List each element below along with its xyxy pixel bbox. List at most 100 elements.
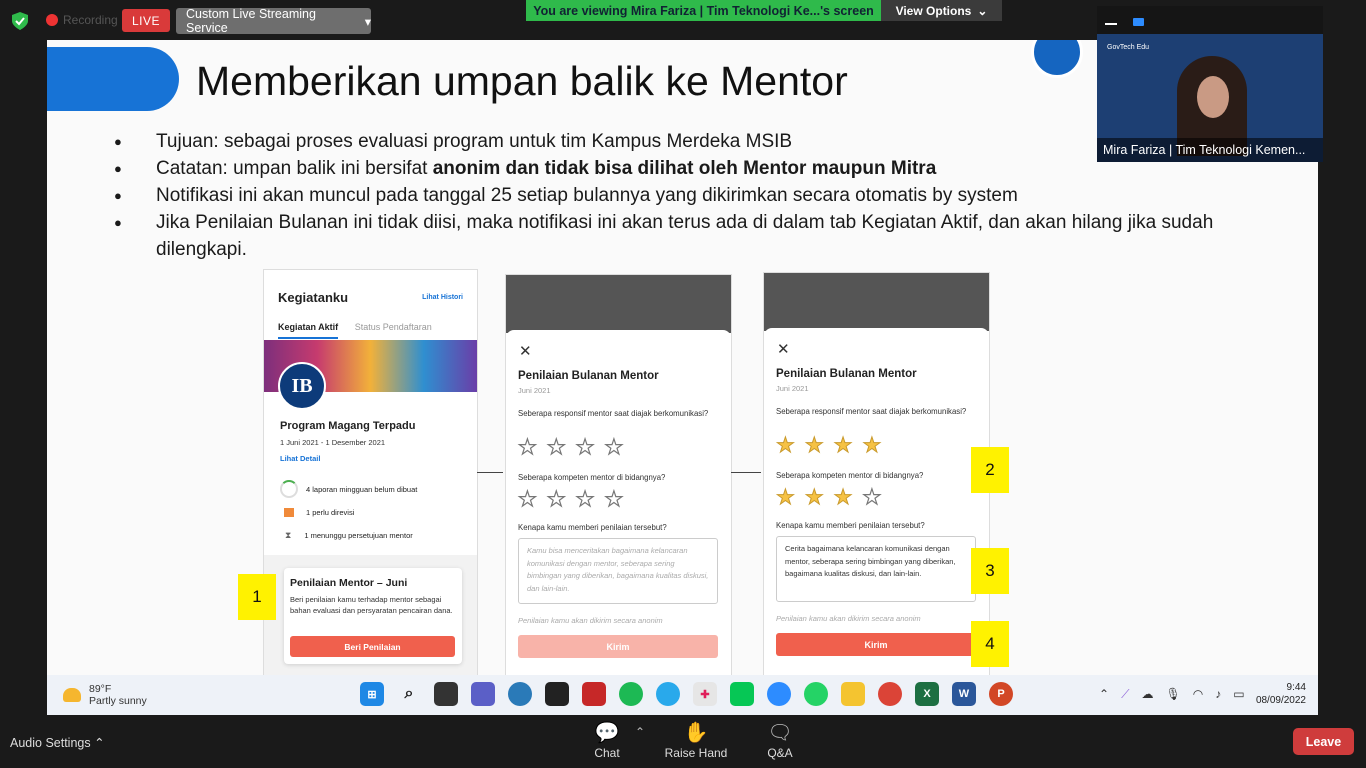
phone-title: Kegiatanku — [278, 290, 349, 305]
chevron-up-icon[interactable]: ⌃ — [635, 725, 645, 739]
speaker-video-tile[interactable]: GovTech Edu Mira Fariza | Tim Teknologi … — [1097, 6, 1323, 162]
security-shield-icon[interactable] — [12, 12, 28, 30]
bullet-item: Jika Penilaian Bulanan ini tidak diisi, … — [111, 209, 1241, 263]
star-icon: ★ — [604, 487, 624, 511]
chat-bubble-icon: 💬 — [594, 722, 620, 744]
star-filled-icon: ★ — [833, 486, 853, 510]
chrome-icon[interactable] — [878, 682, 902, 706]
reason-textarea: Cerita bagaimana kelancaran komunikasi d… — [776, 536, 976, 602]
recording-label: Recording — [63, 13, 118, 27]
stream-service-label: Custom Live Streaming Service — [186, 7, 316, 35]
leave-button[interactable]: Leave — [1293, 728, 1354, 755]
dim-overlay — [506, 275, 731, 333]
star-filled-icon: ★ — [833, 434, 853, 458]
status-item: 1 perlu direvisi — [280, 508, 354, 517]
speaker-name: Mira Fariza | Tim Teknologi Kemen... — [1097, 138, 1323, 162]
rating-date: Juni 2021 — [518, 386, 551, 395]
chevron-down-icon: ⌄ — [977, 3, 988, 18]
reason-textarea: Kamu bisa menceritakan bagaimana kelanca… — [518, 538, 718, 604]
battery-icon[interactable]: ▭ — [1233, 687, 1244, 702]
task-view-icon[interactable] — [434, 682, 458, 706]
cloud-icon[interactable]: ☁ — [1141, 687, 1153, 702]
qa-icon: 🗨 — [767, 722, 793, 744]
flow-arrow — [731, 472, 761, 473]
speaker-icon[interactable]: ♪ — [1215, 687, 1221, 702]
star-icon: ★ — [546, 487, 566, 511]
rating-date: Juni 2021 — [776, 384, 809, 393]
line-icon[interactable] — [730, 682, 754, 706]
audio-settings-button[interactable]: Audio Settings ⌃ — [10, 735, 105, 750]
qa-button[interactable]: 🗨 Q&A — [762, 721, 798, 760]
excel-icon[interactable]: X — [915, 682, 939, 706]
system-clock[interactable]: 9:44 08/09/2022 — [1256, 681, 1306, 707]
zoom-bottom-bar: Audio Settings ⌃ 💬 Chat ⌃ ✋ Raise Hand 🗨… — [0, 715, 1366, 768]
raise-hand-button[interactable]: ✋ Raise Hand — [663, 721, 729, 760]
weather-widget[interactable]: 89°F Partly sunny — [63, 683, 147, 707]
whatsapp-icon[interactable] — [804, 682, 828, 706]
teams-chat-icon[interactable] — [471, 682, 495, 706]
star-filled-icon: ★ — [804, 434, 824, 458]
chevron-down-icon: ▾ — [364, 14, 371, 29]
pen-icon[interactable]: ⟋ — [1121, 687, 1129, 702]
speaker-face — [1197, 76, 1229, 118]
question-reason: Kenapa kamu memberi penilaian tersebut? — [776, 521, 925, 530]
view-options-button[interactable]: View Options ⌄ — [881, 0, 1002, 21]
slide-title: Memberikan umpan balik ke Mentor — [196, 58, 848, 104]
qa-label: Q&A — [767, 746, 793, 760]
slide-bullet-list: Tujuan: sebagai proses evaluasi program … — [111, 128, 1241, 263]
clock-date: 08/09/2022 — [1255, 695, 1306, 706]
wifi-icon[interactable]: ◠ — [1193, 687, 1203, 702]
edge-browser-icon[interactable] — [508, 682, 532, 706]
search-icon[interactable]: ⌕ — [397, 682, 421, 706]
bullet-item: Catatan: umpan balik ini bersifat anonim… — [111, 155, 1241, 182]
anonymous-note: Penilaian kamu akan dikirim secara anoni… — [776, 614, 921, 623]
video-tile-header — [1097, 6, 1323, 34]
send-button-disabled: Kirim — [518, 635, 718, 658]
chat-button[interactable]: 💬 Chat — [587, 721, 627, 760]
history-link: Lihat Histori — [422, 294, 463, 301]
question-reason: Kenapa kamu memberi penilaian tersebut? — [518, 523, 667, 532]
windows-start-icon[interactable]: ⊞ — [360, 682, 384, 706]
star-filled-icon: ★ — [804, 486, 824, 510]
partly-sunny-icon — [63, 688, 81, 702]
question-competent: Seberapa kompeten mentor di bidangnya? — [776, 471, 924, 480]
star-rating-responsive: ★ ★ ★ ★ — [517, 435, 624, 460]
mcafee-icon[interactable] — [582, 682, 606, 706]
rating-title: Penilaian Bulanan Mentor — [776, 368, 917, 380]
status-item: 4 laporan mingguan belum dibuat — [280, 480, 417, 498]
taskbar-apps: ⊞ ⌕ ✚ X W P — [360, 682, 1013, 706]
audio-settings-label: Audio Settings — [10, 736, 91, 750]
bullet-item: Tujuan: sebagai proses evaluasi program … — [111, 128, 1241, 155]
viewing-screen-banner: You are viewing Mira Fariza | Tim Teknol… — [526, 0, 881, 21]
star-icon: ★ — [517, 487, 537, 511]
zoom-icon[interactable] — [767, 682, 791, 706]
govtech-brand: GovTech Edu — [1107, 44, 1150, 51]
raise-hand-label: Raise Hand — [664, 746, 728, 760]
slack-icon[interactable]: ✚ — [693, 682, 717, 706]
star-icon: ★ — [575, 487, 595, 511]
sticky-notes-icon[interactable] — [545, 682, 569, 706]
star-rating-responsive: ★ ★ ★ ★ — [776, 433, 882, 458]
hourglass-icon: ⧗ — [285, 530, 292, 540]
phone-tabs: Kegiatan Aktif Status Pendaftaran — [278, 322, 432, 339]
microphone-icon[interactable]: 🎙 — [1165, 687, 1180, 702]
mentor-rating-card: Penilaian Mentor – Juni Beri penilaian k… — [284, 568, 462, 664]
word-icon[interactable]: W — [952, 682, 976, 706]
spotify-icon[interactable] — [619, 682, 643, 706]
telegram-icon[interactable] — [656, 682, 680, 706]
screen-layout-icon[interactable] — [1133, 18, 1144, 26]
phone-mockup-rating-empty: ✕ Penilaian Bulanan Mentor Juni 2021 Seb… — [506, 275, 731, 675]
chevron-up-icon: ⌃ — [94, 736, 105, 750]
ministry-logo — [1031, 40, 1083, 78]
bank-indonesia-logo: IB — [278, 362, 326, 410]
chevron-up-icon[interactable]: ⌃ — [1099, 687, 1109, 702]
step-badge-3: 3 — [971, 548, 1009, 594]
star-filled-icon: ★ — [776, 486, 796, 510]
file-explorer-icon[interactable] — [841, 682, 865, 706]
live-badge[interactable]: LIVE — [122, 9, 170, 32]
powerpoint-icon[interactable]: P — [989, 682, 1013, 706]
minimize-icon[interactable] — [1105, 23, 1117, 25]
rating-sheet: ✕ Penilaian Bulanan Mentor Juni 2021 Seb… — [506, 330, 731, 675]
step-badge-1: 1 — [238, 574, 276, 620]
stream-service-button[interactable]: Custom Live Streaming Service ▾ — [176, 7, 371, 35]
